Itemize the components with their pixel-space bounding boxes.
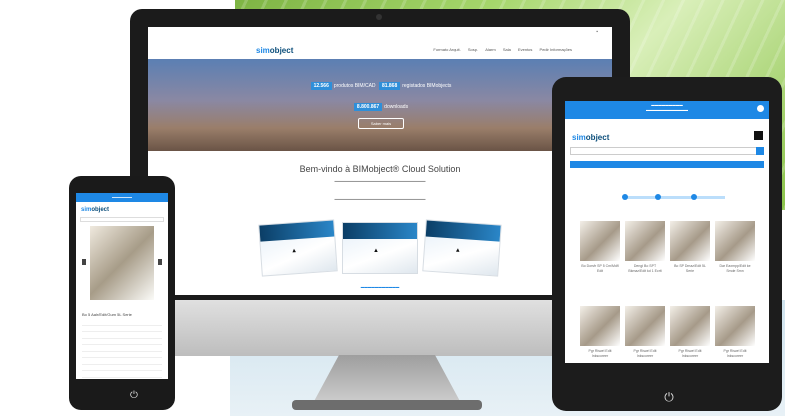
product-card[interactable]: Pgr Riswrl Edit Inkscoreer (580, 301, 620, 363)
main-menu: Formato Arquit. Sosp. Alarm Sala Eventos… (427, 47, 572, 52)
menu-item[interactable]: Alarm (485, 47, 495, 52)
tablet-logo[interactable]: simobject (572, 133, 609, 142)
menu-item[interactable]: Sosp. (468, 47, 478, 52)
search-icon[interactable] (756, 147, 764, 155)
menu-item[interactable]: Pedir Informações (540, 47, 572, 52)
product-card[interactable]: Bo SP Dmaz/Edit 5L Serie (670, 216, 710, 292)
tablet-power-icon[interactable]: ⏻ (662, 390, 676, 404)
phone-power-icon[interactable]: ⏻ (127, 390, 141, 404)
feature-cards: ▲ ▲ ▲ (258, 219, 502, 277)
desktop-screen: ▪ simobject Formato Arquit. Sosp. Alarm … (148, 27, 612, 295)
stat-label: produtos BIM/CAD (333, 83, 376, 89)
downloads-value: 8.800.867 (353, 103, 383, 111)
tablet-toolbar (570, 175, 764, 184)
product-name: Pgr Riswrl Edit Inkscoreer (633, 349, 657, 358)
user-icon[interactable] (757, 105, 764, 112)
product-image (715, 306, 755, 346)
tablet-banner: ▬▬▬▬▬▬▬▬▬ ▬▬▬▬▬▬▬▬▬▬▬▬ (565, 101, 769, 119)
menu-item[interactable]: Formato Arquit. (433, 47, 460, 52)
intro-paragraph: ▬▬▬▬▬▬▬▬▬▬▬▬▬▬▬▬▬▬▬▬▬▬▬▬▬▬ (334, 197, 426, 201)
next-arrow-icon[interactable] (158, 259, 162, 265)
camera-dot (376, 14, 382, 20)
learn-more-button[interactable]: Saber mais (358, 118, 404, 129)
product-name: Dar Eaxmpp/Edit ke Smde Smn (719, 264, 751, 273)
downloads-label: downloads (384, 104, 409, 110)
intro-paragraph: ▬▬▬▬▬▬▬▬▬▬▬▬▬▬▬▬▬▬▬▬▬▬▬▬▬▬ (334, 179, 426, 183)
feature-card[interactable]: ▲ (342, 222, 418, 274)
phone-search-input[interactable] (80, 217, 164, 222)
product-card[interactable]: Dengi Bo SPT Bkmaz/Edit kd 1 Ecrit (625, 216, 665, 292)
tablet-device: ▬▬▬▬▬▬▬▬▬ ▬▬▬▬▬▬▬▬▬▬▬▬ simobject Bo Dorsf… (552, 77, 782, 411)
product-name: Pgr Riswrl Edit Inkscoreer (678, 349, 702, 358)
product-image (580, 221, 620, 261)
phone-device: ▬▬▬▬▬▬▬▬ simobject Bo 5 Aalr/Edit/Gum 5L… (69, 176, 175, 410)
card-logo-icon: ▲ (454, 247, 461, 254)
product-card[interactable]: Bo Dorsfr SP 5 Cm/Mdfl Edit (580, 216, 620, 292)
card-logo-icon: ▲ (291, 248, 298, 255)
spec-table (82, 319, 162, 379)
stat-label: registados BIMobjects (402, 83, 452, 89)
language-flag-icon[interactable]: ▪ (596, 29, 598, 35)
product-card[interactable]: Pgr Riswrl Edit Inkscoreer (715, 301, 755, 363)
product-image (670, 221, 710, 261)
phone-screen: ▬▬▬▬▬▬▬▬ simobject Bo 5 Aalr/Edit/Gum 5L… (76, 193, 168, 379)
product-image (580, 306, 620, 346)
hamburger-menu-icon[interactable] (754, 131, 763, 140)
desktop-navbar: simobject Formato Arquit. Sosp. Alarm Sa… (148, 41, 612, 60)
site-logo[interactable]: simobject (256, 46, 293, 55)
welcome-title: Bem-vindo à BIMobject® Cloud Solution (299, 164, 461, 174)
product-card[interactable]: Pgr Riswrl Edit Inkscoreer (625, 301, 665, 363)
monitor-stand-base (292, 400, 482, 410)
product-image (625, 221, 665, 261)
tablet-search-input[interactable] (570, 147, 764, 155)
filter-slider[interactable] (622, 194, 725, 200)
feature-card[interactable]: ▲ (422, 219, 502, 277)
product-name: Bo Dorsfr SP 5 Cm/Mdfl Edit (581, 264, 619, 273)
product-card[interactable]: Pgr Riswrl Edit Inkscoreer (670, 301, 710, 363)
card-logo-icon: ▲ (373, 248, 379, 254)
product-image (715, 221, 755, 261)
prev-arrow-icon[interactable] (82, 259, 86, 265)
hero-banner: 12.566 produtos BIM/CAD 81.868 registados … (148, 59, 612, 151)
hero-stats-row: 12.566 produtos BIM/CAD 81.868 registados … (148, 82, 612, 90)
footer-link[interactable]: ▬▬▬▬▬▬▬▬▬▬▬ (218, 285, 542, 289)
product-image (670, 306, 710, 346)
spec-row (82, 378, 162, 380)
product-card[interactable]: Dar Eaxmpp/Edit ke Smde Smn (715, 216, 755, 292)
product-name: Pgr Riswrl Edit Inkscoreer (723, 349, 747, 358)
product-title: Bo 5 Aalr/Edit/Gum 5L Serie (82, 312, 132, 317)
product-image (625, 306, 665, 346)
product-name: Dengi Bo SPT Bkmaz/Edit kd 1 Ecrit (628, 264, 662, 273)
phone-logo[interactable]: simobject (81, 207, 109, 213)
product-image (90, 226, 154, 300)
stat-value: 81.868 (378, 82, 401, 90)
menu-item[interactable]: Eventos (518, 47, 532, 52)
menu-item[interactable]: Sala (503, 47, 511, 52)
phone-banner: ▬▬▬▬▬▬▬▬ (76, 193, 168, 202)
stat-value: 12.566 (310, 82, 332, 90)
product-name: Bo SP Dmaz/Edit 5L Serie (674, 264, 706, 273)
utility-bar: ▪ (148, 27, 612, 41)
feature-card[interactable]: ▲ (258, 219, 338, 277)
tablet-screen: ▬▬▬▬▬▬▬▬▬ ▬▬▬▬▬▬▬▬▬▬▬▬ simobject Bo Dorsf… (565, 101, 769, 363)
hero-downloads-row: 8.800.867 downloads (148, 103, 612, 111)
product-name: Pgr Riswrl Edit Inkscoreer (588, 349, 612, 358)
tablet-category-tabs (570, 161, 764, 168)
